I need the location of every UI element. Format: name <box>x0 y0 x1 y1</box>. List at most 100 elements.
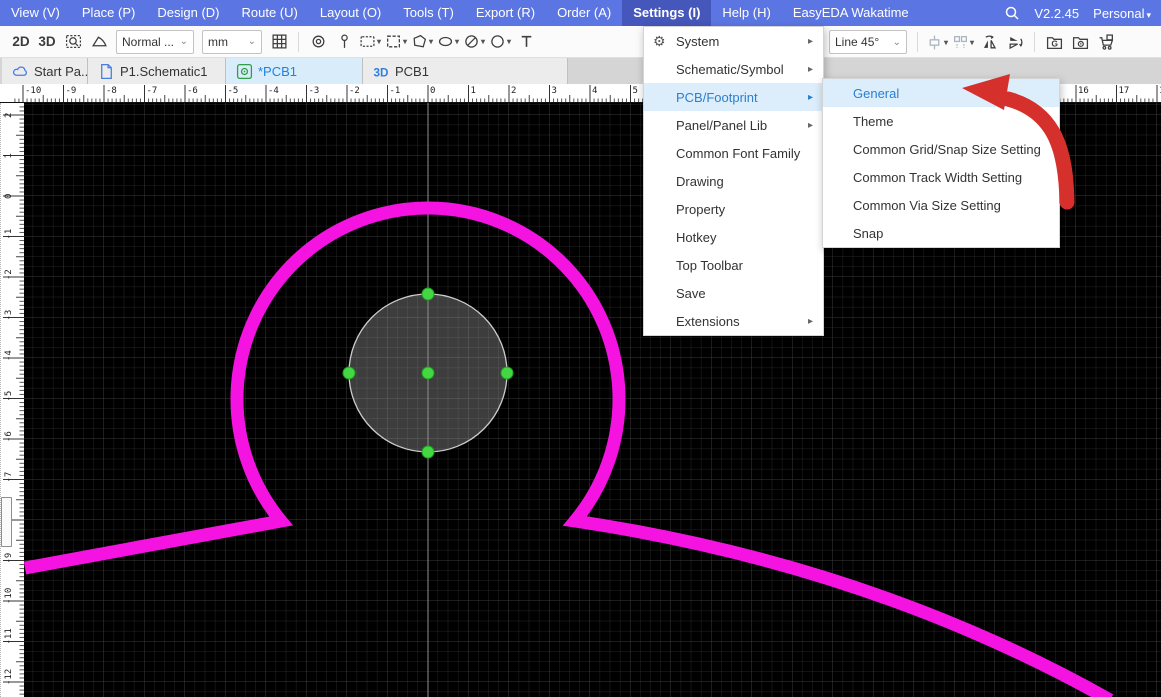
menu-item-label: Save <box>676 286 706 301</box>
svg-text:-5: -5 <box>4 391 14 402</box>
chevron-down-icon: ▾ <box>481 37 485 46</box>
settings-menu-item-hotkey[interactable]: Hotkey <box>644 223 823 251</box>
svg-text:-2: -2 <box>4 269 14 280</box>
ellipse-tool-icon[interactable]: ▾ <box>436 29 460 55</box>
svg-text:-9: -9 <box>66 86 77 96</box>
chevron-down-icon: ▾ <box>455 37 459 46</box>
menubar-item-export-r[interactable]: Export (R) <box>465 0 546 26</box>
tab-p1-schematic1[interactable]: P1.Schematic1 <box>88 58 226 84</box>
menubar-item-tools-t[interactable]: Tools (T) <box>392 0 465 26</box>
drag-handle[interactable] <box>501 367 513 379</box>
drag-handle[interactable] <box>343 367 355 379</box>
menu-item-label: Schematic/Symbol <box>676 62 784 77</box>
settings-menu-item-save[interactable]: Save <box>644 279 823 307</box>
drag-handle[interactable] <box>422 446 434 458</box>
gear-icon: ⚙ <box>653 27 666 55</box>
drag-handle[interactable] <box>422 367 434 379</box>
menubar-item-order-a[interactable]: Order (A) <box>546 0 622 26</box>
menubar-item-help-h[interactable]: Help (H) <box>711 0 781 26</box>
settings-menu-item-system[interactable]: ⚙System▸ <box>644 27 823 55</box>
menu-item-label: System <box>676 34 719 49</box>
tab-start-pa[interactable]: Start Pa... <box>2 58 88 84</box>
tab-label: PCB1 <box>395 64 429 79</box>
settings-menu-item-drawing[interactable]: Drawing <box>644 167 823 195</box>
menu-item-label: Common Grid/Snap Size Setting <box>853 142 1041 157</box>
flip-vertical-icon[interactable] <box>1003 29 1027 55</box>
chevron-down-icon: ▾ <box>944 38 948 47</box>
settings-menu-item-pcb-footprint[interactable]: PCB/Footprint▸ <box>644 83 823 111</box>
pcb-submenu-item-theme[interactable]: Theme <box>823 107 1059 135</box>
svg-text:-3: -3 <box>309 86 320 96</box>
search-icon[interactable] <box>1004 5 1020 21</box>
menubar-item-easyeda-wakatime[interactable]: EasyEDA Wakatime <box>782 0 920 26</box>
menubar-item-place-p[interactable]: Place (P) <box>71 0 146 26</box>
pcb-submenu-item-general[interactable]: General <box>823 79 1059 107</box>
svg-text:3D: 3D <box>374 66 389 79</box>
solid-region-tool-icon[interactable]: ▾ <box>410 29 434 55</box>
menubar-right-cluster: V2.2.45 Personal▾ <box>1004 0 1161 26</box>
track-style-select[interactable]: Normal ... ⌄ <box>116 30 194 54</box>
route-angle-select[interactable]: Line 45° ⌄ <box>829 30 907 54</box>
chevron-down-icon: ▾ <box>970 38 974 47</box>
menu-item-label: Common Via Size Setting <box>853 198 1001 213</box>
keepout-tool-icon[interactable]: ▾ <box>462 29 486 55</box>
drag-handle[interactable] <box>422 288 434 300</box>
align-distribute-h-icon[interactable]: ▾ <box>951 29 975 55</box>
view-3d-button[interactable]: 3D <box>35 29 59 55</box>
settings-menu-item-schematic-symbol[interactable]: Schematic/Symbol▸ <box>644 55 823 83</box>
order-cart-icon[interactable] <box>1094 29 1118 55</box>
menu-item-label: PCB/Footprint <box>676 90 758 105</box>
submenu-arrow-icon: ▸ <box>808 120 813 131</box>
svg-text:-7: -7 <box>147 86 158 96</box>
menubar-item-layout-o[interactable]: Layout (O) <box>309 0 392 26</box>
flip-horizontal-icon[interactable] <box>977 29 1001 55</box>
svg-text:-2: -2 <box>349 86 360 96</box>
menubar-item-route-u[interactable]: Route (U) <box>230 0 308 26</box>
version-label: V2.2.45 <box>1034 6 1079 21</box>
svg-text:3: 3 <box>552 86 557 96</box>
chevron-down-icon: ▾ <box>403 37 407 46</box>
zoom-region-icon[interactable] <box>61 29 85 55</box>
wedge-tool-icon[interactable] <box>87 29 111 55</box>
svg-text:-5: -5 <box>228 86 239 96</box>
settings-menu-item-property[interactable]: Property <box>644 195 823 223</box>
settings-menu-item-common-font-family[interactable]: Common Font Family <box>644 139 823 167</box>
pcb-submenu-item-common-via-size-setting[interactable]: Common Via Size Setting <box>823 191 1059 219</box>
schematic-file-icon <box>98 63 115 80</box>
svg-text:-8: -8 <box>106 86 117 96</box>
settings-menu-item-panel-panel-lib[interactable]: Panel/Panel Lib▸ <box>644 111 823 139</box>
device-lib-icon[interactable] <box>1068 29 1092 55</box>
footprint-lib-icon[interactable]: G <box>1042 29 1066 55</box>
pcb-submenu-item-common-track-width-setting[interactable]: Common Track Width Setting <box>823 163 1059 191</box>
via-tool-icon[interactable] <box>306 29 330 55</box>
tab-pcb1[interactable]: *PCB1 <box>226 58 363 84</box>
3d-view-icon: 3D <box>373 63 390 80</box>
svg-text:-4: -4 <box>4 350 14 361</box>
pin-tool-icon[interactable] <box>332 29 356 55</box>
pad-tool-icon[interactable]: ▾ <box>358 29 382 55</box>
pcb-submenu-item-common-grid-snap-size-setting[interactable]: Common Grid/Snap Size Setting <box>823 135 1059 163</box>
menubar-item-settings-i[interactable]: Settings (I) <box>622 0 711 26</box>
copper-area-tool-icon[interactable]: ▾ <box>384 29 408 55</box>
vertical-scrollbar-thumb[interactable] <box>1 497 12 547</box>
menubar-item-view-v[interactable]: View (V) <box>0 0 71 26</box>
svg-text:-10: -10 <box>25 86 41 96</box>
menu-bar: View (V)Place (P)Design (D)Route (U)Layo… <box>0 0 1161 26</box>
chevron-down-icon: ⌄ <box>180 36 188 47</box>
unit-select[interactable]: mm ⌄ <box>202 30 262 54</box>
view-2d-button[interactable]: 2D <box>9 29 33 55</box>
svg-text:-7: -7 <box>4 472 14 483</box>
pcb-submenu-item-snap[interactable]: Snap <box>823 219 1059 247</box>
settings-menu-item-top-toolbar[interactable]: Top Toolbar <box>644 251 823 279</box>
settings-menu-item-extensions[interactable]: Extensions▸ <box>644 307 823 335</box>
grid-setting-icon[interactable] <box>267 29 291 55</box>
tab-pcb1[interactable]: 3D PCB1 <box>363 58 568 84</box>
account-menu[interactable]: Personal▾ <box>1093 6 1151 21</box>
arc-tool-icon[interactable]: ▾ <box>488 29 512 55</box>
svg-text:-6: -6 <box>187 86 198 96</box>
text-tool-icon[interactable] <box>514 29 538 55</box>
vertical-ruler: 210-1-2-3-4-5-6-7-8-9-10-11-12 <box>0 103 24 697</box>
menubar-item-design-d[interactable]: Design (D) <box>146 0 230 26</box>
align-distribute-v-icon[interactable]: ▾ <box>925 29 949 55</box>
menu-item-label: Common Track Width Setting <box>853 170 1022 185</box>
